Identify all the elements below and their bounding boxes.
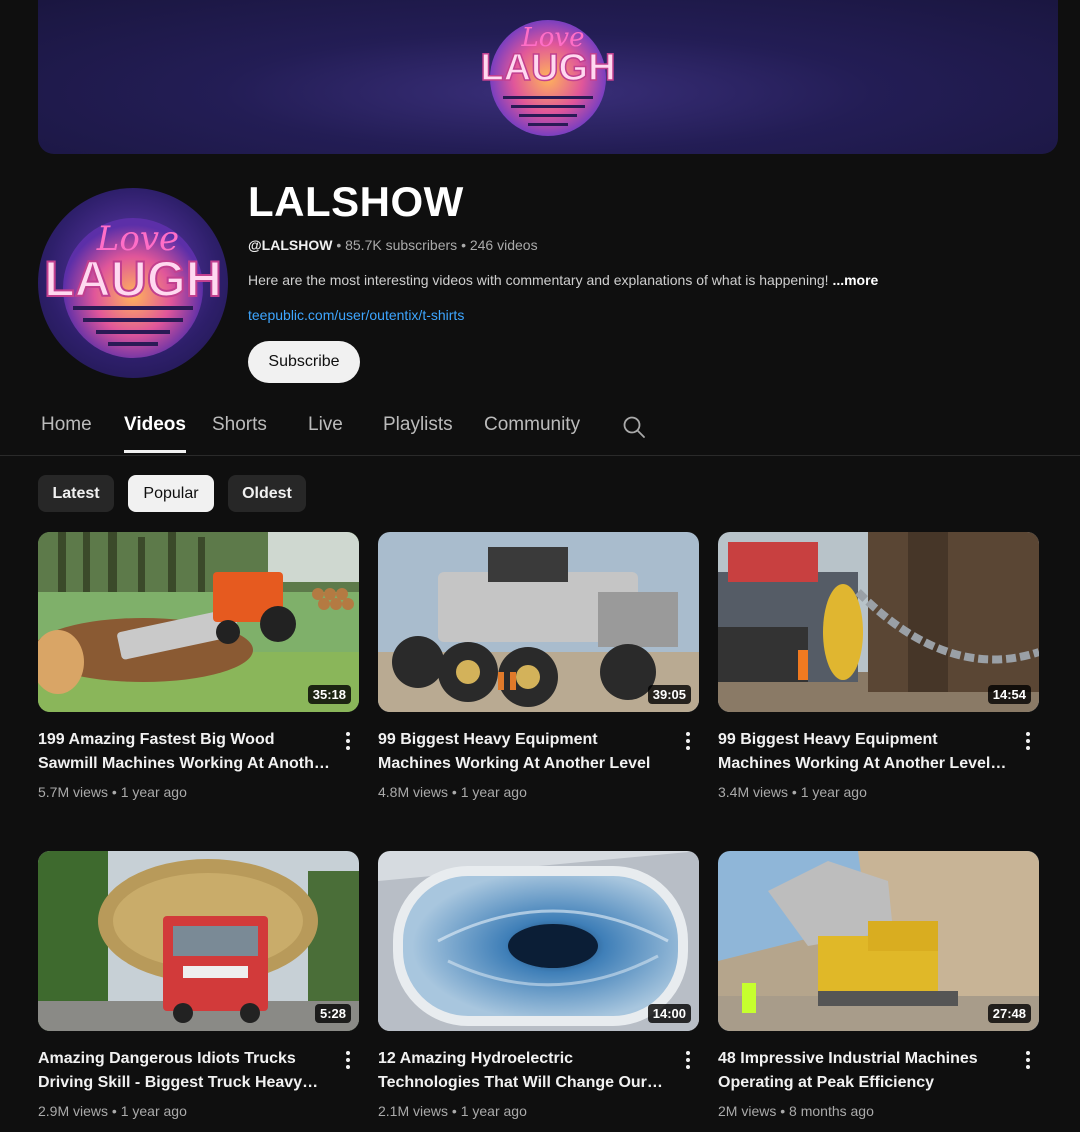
video-stats: 2M views • 8 months ago (718, 1103, 874, 1119)
view-count: 5.7M views (38, 784, 109, 800)
video-card[interactable]: 5:28 Amazing Dangerous Idiots Trucks Dri… (38, 851, 359, 1119)
more-link[interactable]: ...more (832, 272, 878, 288)
video-card[interactable]: 14:54 99 Biggest Heavy Equipment Machine… (718, 532, 1039, 800)
channel-name: LALSHOW (248, 178, 464, 225)
love-laugh-logo: Love LAUGH (480, 20, 616, 136)
video-title[interactable]: 99 Biggest Heavy Equipment Machines Work… (718, 728, 1013, 776)
chip-popular[interactable]: Popular (128, 475, 214, 512)
upload-age: 8 months ago (789, 1103, 874, 1119)
tab-shorts[interactable]: Shorts (212, 414, 267, 450)
chip-latest[interactable]: Latest (38, 475, 114, 512)
stats-separator: • (451, 1103, 457, 1119)
video-card[interactable]: 27:48 48 Impressive Industrial Machines … (718, 851, 1039, 1119)
video-thumbnail[interactable]: 5:28 (38, 851, 359, 1031)
upload-age: 1 year ago (120, 1103, 187, 1119)
upload-age: 1 year ago (800, 784, 867, 800)
stats-separator: • (451, 784, 457, 800)
more-options-icon[interactable] (1021, 1049, 1035, 1071)
love-laugh-avatar-logo: Love LAUGH (43, 218, 223, 358)
channel-avatar[interactable]: Love LAUGH (38, 188, 228, 378)
view-count: 3.4M views (718, 784, 789, 800)
description-text: Here are the most interesting videos wit… (248, 272, 833, 288)
channel-external-link[interactable]: teepublic.com/user/outentix/t-shirts (248, 307, 464, 323)
channel-handle: @LALSHOW (248, 237, 333, 253)
subscriber-count: 85.7K subscribers (345, 237, 458, 253)
video-stats: 5.7M views • 1 year ago (38, 784, 187, 800)
upload-age: 1 year ago (460, 784, 527, 800)
video-duration: 14:54 (987, 685, 1031, 704)
video-duration: 35:18 (307, 685, 351, 704)
stats-separator: • (780, 1103, 786, 1119)
more-options-icon[interactable] (341, 1049, 355, 1071)
channel-tabs: Home Videos Shorts Live Playlists Commun… (0, 400, 1080, 456)
stats-separator: • (791, 784, 797, 800)
video-duration: 14:00 (647, 1004, 691, 1023)
video-thumbnail[interactable]: 39:05 (378, 532, 699, 712)
more-options-icon[interactable] (341, 730, 355, 752)
channel-description[interactable]: Here are the most interesting videos wit… (248, 272, 878, 288)
tab-community[interactable]: Community (484, 414, 580, 450)
video-stats: 3.4M views • 1 year ago (718, 784, 867, 800)
video-duration: 27:48 (987, 1004, 1031, 1023)
meta-separator: • (461, 237, 466, 253)
view-count: 2.1M views (378, 1103, 449, 1119)
subscribe-button[interactable]: Subscribe (248, 341, 360, 383)
channel-banner: Love LAUGH (38, 0, 1058, 154)
video-title[interactable]: 12 Amazing Hydroelectric Technologies Th… (378, 1047, 673, 1095)
more-options-icon[interactable] (681, 730, 695, 752)
tab-live[interactable]: Live (308, 414, 343, 450)
tab-videos[interactable]: Videos (124, 414, 186, 453)
more-options-icon[interactable] (681, 1049, 695, 1071)
video-title[interactable]: 199 Amazing Fastest Big Wood Sawmill Mac… (38, 728, 333, 776)
more-options-icon[interactable] (1021, 730, 1035, 752)
avatar-logo-main: LAUGH (44, 251, 222, 307)
meta-separator: • (336, 237, 342, 253)
banner-logo-main: LAUGH (480, 47, 615, 89)
video-thumbnail[interactable]: 14:54 (718, 532, 1039, 712)
view-count: 2.9M views (38, 1103, 109, 1119)
tab-home[interactable]: Home (41, 414, 92, 450)
truck-thumbnail-image (38, 851, 359, 1031)
video-count: 246 videos (469, 237, 538, 253)
stats-separator: • (111, 1103, 117, 1119)
video-thumbnail[interactable]: 14:00 (378, 851, 699, 1031)
video-thumbnail[interactable]: 35:18 (38, 532, 359, 712)
video-title[interactable]: Amazing Dangerous Idiots Trucks Driving … (38, 1047, 333, 1095)
search-icon[interactable] (622, 415, 646, 439)
video-card[interactable]: 14:00 12 Amazing Hydroelectric Technolog… (378, 851, 699, 1119)
view-count: 4.8M views (378, 784, 449, 800)
video-title[interactable]: 99 Biggest Heavy Equipment Machines Work… (378, 728, 673, 776)
upload-age: 1 year ago (460, 1103, 527, 1119)
tab-playlists[interactable]: Playlists (383, 414, 453, 450)
video-thumbnail[interactable]: 27:48 (718, 851, 1039, 1031)
chip-oldest[interactable]: Oldest (228, 475, 306, 512)
video-stats: 2.1M views • 1 year ago (378, 1103, 527, 1119)
view-count: 2M views (718, 1103, 777, 1119)
video-duration: 39:05 (647, 685, 691, 704)
upload-age: 1 year ago (120, 784, 187, 800)
video-stats: 4.8M views • 1 year ago (378, 784, 527, 800)
video-stats: 2.9M views • 1 year ago (38, 1103, 187, 1119)
video-card[interactable]: 35:18 199 Amazing Fastest Big Wood Sawmi… (38, 532, 359, 800)
channel-meta: @LALSHOW • 85.7K subscribers • 246 video… (248, 237, 538, 253)
video-card[interactable]: 39:05 99 Biggest Heavy Equipment Machine… (378, 532, 699, 800)
stats-separator: • (111, 784, 117, 800)
video-title[interactable]: 48 Impressive Industrial Machines Operat… (718, 1047, 1013, 1095)
video-duration: 5:28 (314, 1004, 351, 1023)
